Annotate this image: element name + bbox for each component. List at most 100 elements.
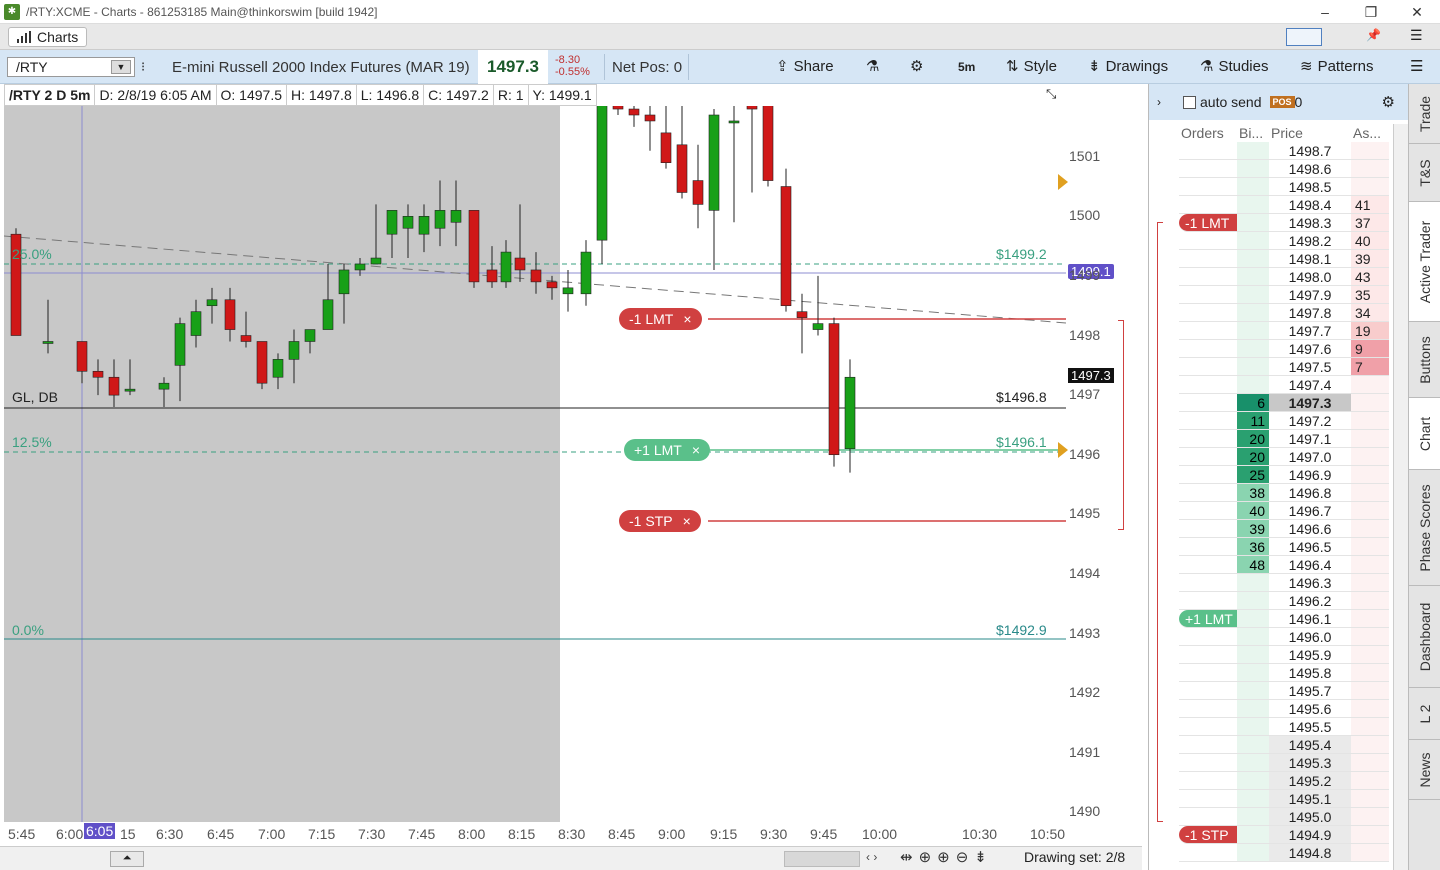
- ladder-order-cell[interactable]: [1179, 592, 1237, 610]
- ladder-bid-cell[interactable]: [1237, 214, 1269, 232]
- ladder-price-cell[interactable]: 1497.1: [1269, 430, 1351, 448]
- ladder-price-cell[interactable]: 1498.7: [1269, 142, 1351, 160]
- ladder-price-cell[interactable]: 1498.4: [1269, 196, 1351, 214]
- table-row[interactable]: 25 1496.9: [1179, 466, 1389, 484]
- ladder-bid-cell[interactable]: [1237, 664, 1269, 682]
- close-icon[interactable]: ×: [683, 308, 691, 330]
- ladder-bid-cell[interactable]: [1237, 700, 1269, 718]
- ladder-ask-cell[interactable]: 7: [1351, 358, 1389, 376]
- ladder-bid-cell[interactable]: [1237, 268, 1269, 286]
- ladder-bid-cell[interactable]: [1237, 808, 1269, 826]
- table-row[interactable]: 40 1496.7: [1179, 502, 1389, 520]
- ladder-order-cell[interactable]: -1 LMT: [1179, 214, 1237, 232]
- patterns-button[interactable]: ≋ Patterns: [1300, 50, 1373, 84]
- ladder-order-cell[interactable]: [1179, 250, 1237, 268]
- ladder-ask-cell[interactable]: [1351, 520, 1389, 538]
- ladder-price-cell[interactable]: 1497.6: [1269, 340, 1351, 358]
- sell-limit-order[interactable]: -1 LMT ×: [619, 308, 702, 330]
- ladder-order-cell[interactable]: [1179, 574, 1237, 592]
- ladder-bid-cell[interactable]: [1237, 358, 1269, 376]
- ladder-price-cell[interactable]: 1494.9: [1269, 826, 1351, 844]
- ladder-bid-cell[interactable]: [1237, 304, 1269, 322]
- ladder-bid-cell[interactable]: 20: [1237, 448, 1269, 466]
- table-row[interactable]: 1497.6 9: [1179, 340, 1389, 358]
- table-row[interactable]: 6 1497.3: [1179, 394, 1389, 412]
- table-row[interactable]: 1496.0: [1179, 628, 1389, 646]
- ladder-price-cell[interactable]: 1495.1: [1269, 790, 1351, 808]
- table-row[interactable]: 1495.1: [1179, 790, 1389, 808]
- ladder-order-cell[interactable]: [1179, 790, 1237, 808]
- ladder-ask-cell[interactable]: [1351, 538, 1389, 556]
- ladder-order-cell[interactable]: [1179, 394, 1237, 412]
- side-tab[interactable]: Phase Scores: [1409, 470, 1440, 586]
- ladder-bid-cell[interactable]: [1237, 574, 1269, 592]
- ladder-ask-cell[interactable]: [1351, 628, 1389, 646]
- ladder-price-cell[interactable]: 1498.1: [1269, 250, 1351, 268]
- chevron-down-icon[interactable]: ▼: [111, 60, 131, 74]
- ladder-order-cell[interactable]: [1179, 448, 1237, 466]
- link-icon[interactable]: ⁝: [141, 59, 145, 75]
- ladder-order-cell[interactable]: [1179, 268, 1237, 286]
- table-row[interactable]: 1494.8: [1179, 844, 1389, 862]
- ladder-bid-cell[interactable]: [1237, 250, 1269, 268]
- ladder-price-cell[interactable]: 1496.0: [1269, 628, 1351, 646]
- drawings-button[interactable]: ⇟ Drawings: [1088, 50, 1168, 84]
- ladder-price-cell[interactable]: 1497.7: [1269, 322, 1351, 340]
- table-row[interactable]: +1 LMT 1496.1: [1179, 610, 1389, 628]
- price-axis[interactable]: 1499.1 1497.3 1501 1500 1499 1498 1497 1496 14…: [1058, 84, 1142, 822]
- ladder-bid-cell[interactable]: [1237, 790, 1269, 808]
- table-row[interactable]: 1495.4: [1179, 736, 1389, 754]
- side-tab[interactable]: News: [1409, 740, 1440, 800]
- ladder-order-cell[interactable]: [1179, 520, 1237, 538]
- table-row[interactable]: 1498.2 40: [1179, 232, 1389, 250]
- ladder-ask-cell[interactable]: 34: [1351, 304, 1389, 322]
- ladder-bid-cell[interactable]: [1237, 160, 1269, 178]
- flask-button[interactable]: ⚗: [866, 50, 879, 84]
- ladder-ask-cell[interactable]: [1351, 160, 1389, 178]
- ladder-order-cell[interactable]: [1179, 322, 1237, 340]
- price-chart[interactable]: 25.0% 12.5% 0.0% GL, DB $1499.2 $1496.8 …: [4, 106, 1066, 822]
- expand-icon[interactable]: ⏶: [110, 851, 144, 867]
- symbol-selector[interactable]: /RTY ▼: [7, 57, 135, 77]
- ladder-order-cell[interactable]: [1179, 376, 1237, 394]
- minimize-button[interactable]: –: [1302, 0, 1348, 24]
- table-row[interactable]: 1498.1 39: [1179, 250, 1389, 268]
- ladder-order-cell[interactable]: [1179, 502, 1237, 520]
- ladder-order-cell[interactable]: [1179, 700, 1237, 718]
- ladder-ask-cell[interactable]: [1351, 394, 1389, 412]
- ladder-ask-cell[interactable]: [1351, 178, 1389, 196]
- ladder-price-cell[interactable]: 1495.0: [1269, 808, 1351, 826]
- ladder-ask-cell[interactable]: [1351, 142, 1389, 160]
- ladder-order-cell[interactable]: [1179, 286, 1237, 304]
- side-tab[interactable]: L 2: [1409, 688, 1440, 740]
- ladder-ask-cell[interactable]: [1351, 610, 1389, 628]
- pin-icon[interactable]: 📌: [1366, 28, 1381, 42]
- ladder-price-cell[interactable]: 1496.6: [1269, 520, 1351, 538]
- ladder-order-cell[interactable]: [1179, 430, 1237, 448]
- ladder-price-cell[interactable]: 1497.8: [1269, 304, 1351, 322]
- auto-send-checkbox[interactable]: [1183, 95, 1196, 109]
- table-row[interactable]: 1495.6: [1179, 700, 1389, 718]
- ladder-price-cell[interactable]: 1497.2: [1269, 412, 1351, 430]
- expand-icon[interactable]: ›: [1157, 95, 1161, 109]
- ladder-ask-cell[interactable]: [1351, 430, 1389, 448]
- ladder-ask-cell[interactable]: [1351, 664, 1389, 682]
- buy-limit-order[interactable]: +1 LMT ×: [624, 439, 711, 461]
- table-row[interactable]: 48 1496.4: [1179, 556, 1389, 574]
- layout-selector[interactable]: [1286, 28, 1322, 46]
- ladder-bid-cell[interactable]: 25: [1237, 466, 1269, 484]
- collapse-icon[interactable]: ⤡: [1046, 86, 1056, 102]
- ladder-bid-cell[interactable]: 40: [1237, 502, 1269, 520]
- menu-button[interactable]: ☰: [1410, 50, 1423, 84]
- table-row[interactable]: 1498.4 41: [1179, 196, 1389, 214]
- ladder-price-cell[interactable]: 1496.5: [1269, 538, 1351, 556]
- ladder-bid-cell[interactable]: [1237, 718, 1269, 736]
- ladder-ask-cell[interactable]: [1351, 574, 1389, 592]
- share-button[interactable]: ⇪ Share: [776, 50, 834, 84]
- table-row[interactable]: 1497.8 34: [1179, 304, 1389, 322]
- ladder-ask-cell[interactable]: [1351, 826, 1389, 844]
- ladder-ask-cell[interactable]: [1351, 502, 1389, 520]
- ladder-order-cell[interactable]: [1179, 340, 1237, 358]
- gear-icon[interactable]: ⚙: [1382, 93, 1395, 111]
- time-axis[interactable]: 5:45 6:00 6:05 15 6:30 6:45 7:00 7:15 7:30 7:45 8:…: [0, 822, 1142, 846]
